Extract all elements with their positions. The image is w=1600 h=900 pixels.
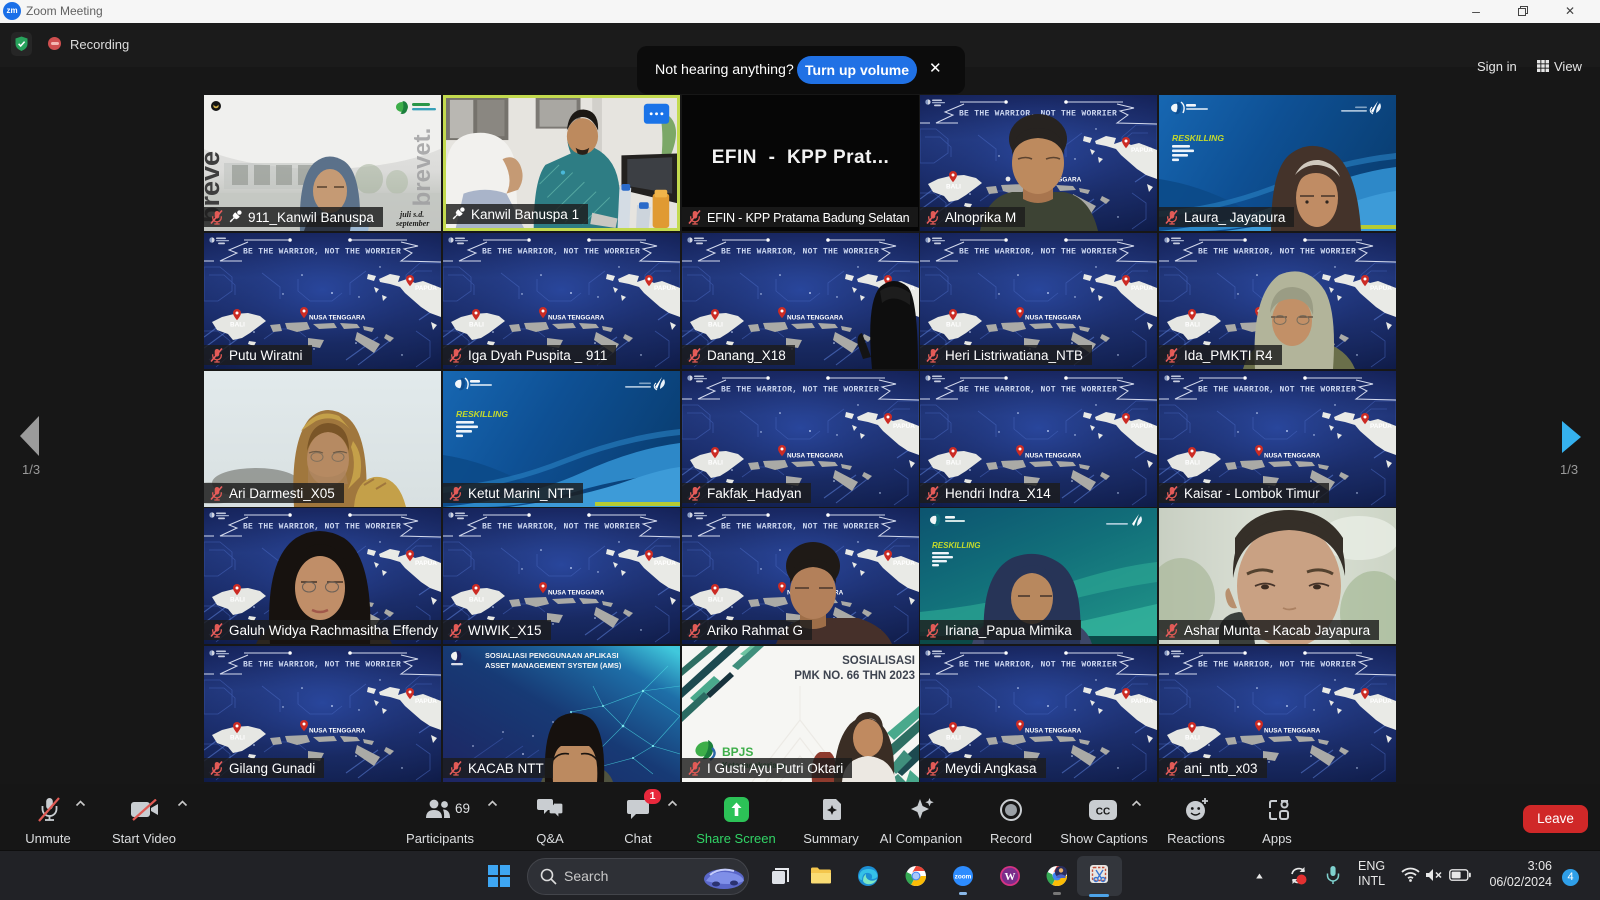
svg-text:september: september [395, 219, 430, 228]
svg-text:W: W [1005, 871, 1016, 883]
svg-text:BPJS: BPJS [722, 745, 753, 759]
svg-text:ASSET MANAGEMENT SYSTEM (AMS): ASSET MANAGEMENT SYSTEM (AMS) [485, 661, 622, 670]
svg-text:PMK NO. 66 THN 2023: PMK NO. 66 THN 2023 [794, 670, 915, 682]
svg-text:brevet.: brevet. [409, 128, 436, 207]
svg-text:zoom: zoom [955, 874, 972, 881]
svg-text:SOSIALIASI PENGGUNAAN APLIKASI: SOSIALIASI PENGGUNAAN APLIKASI [485, 651, 619, 660]
svg-text:RESKILLING: RESKILLING [932, 541, 980, 550]
svg-text:SOSIALISASI: SOSIALISASI [842, 655, 915, 667]
svg-text:CC: CC [1096, 807, 1110, 818]
svg-text:juli s.d.: juli s.d. [398, 210, 424, 219]
